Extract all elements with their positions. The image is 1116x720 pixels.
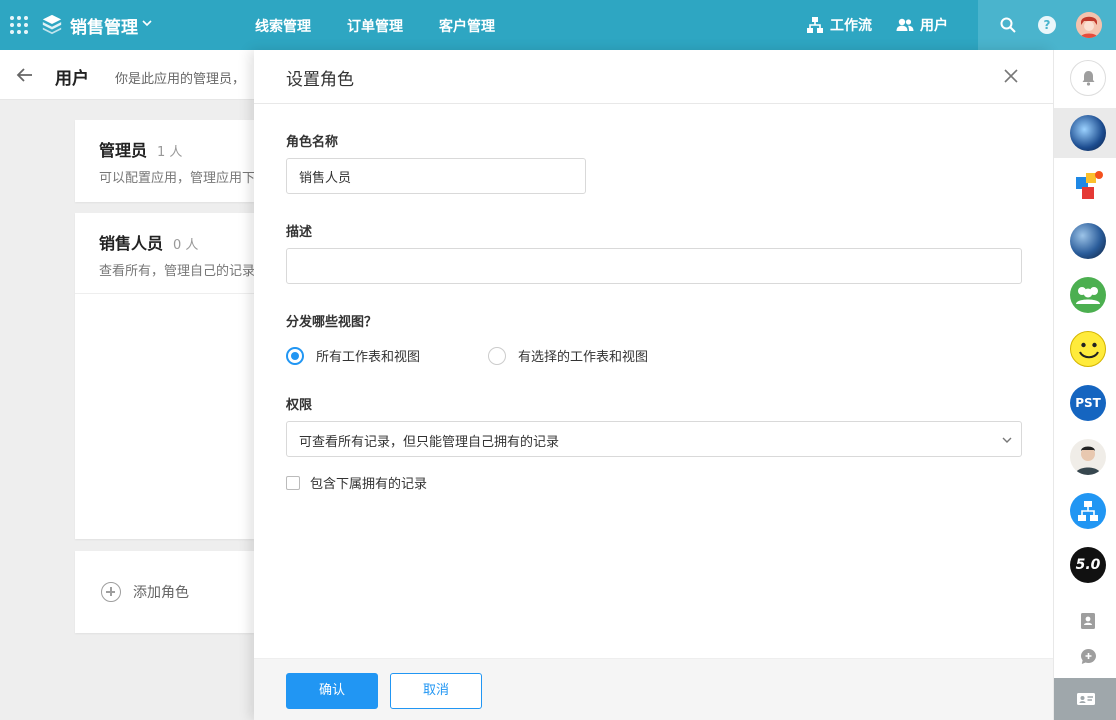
rail-app-city-icon[interactable] bbox=[1070, 115, 1106, 151]
notification-button[interactable] bbox=[1070, 60, 1106, 96]
set-role-drawer: 设置角色 角色名称 描述 分发哪些视图？ 所有工作表和视图 有选择的工作表和视图… bbox=[254, 50, 1053, 720]
rail-app-smiley-icon[interactable] bbox=[1070, 331, 1106, 367]
workflow-link[interactable]: 工作流 bbox=[806, 15, 872, 35]
radio-button-checked[interactable] bbox=[286, 346, 304, 365]
back-arrow-icon[interactable] bbox=[16, 66, 34, 84]
description-label: 描述 bbox=[286, 225, 313, 240]
rail-app-globe-icon[interactable] bbox=[1070, 223, 1106, 259]
role-name-text: 管理员 bbox=[99, 141, 148, 160]
permission-label: 权限 bbox=[286, 398, 313, 413]
top-bar: 销售管理 线索管理 订单管理 客户管理 工作流 用户 ? bbox=[0, 0, 1116, 50]
role-name-input[interactable] bbox=[286, 158, 586, 194]
app-logo-icon bbox=[42, 14, 62, 35]
nav-leads[interactable]: 线索管理 bbox=[255, 16, 311, 36]
radio-all-views[interactable]: 所有工作表和视图 bbox=[286, 346, 420, 365]
include-subordinates-option[interactable]: 包含下属拥有的记录 bbox=[286, 473, 427, 492]
radio-label: 有选择的工作表和视图 bbox=[518, 350, 649, 365]
page-title: 用户 bbox=[55, 69, 89, 89]
nav-orders[interactable]: 订单管理 bbox=[347, 16, 403, 36]
user-avatar[interactable] bbox=[1076, 12, 1102, 38]
role-description: 查看所有，管理自己的记录 bbox=[99, 264, 254, 279]
role-card-admin[interactable]: 管理员 1 人 可以配置应用，管理应用下 bbox=[75, 120, 254, 202]
rail-app-group-icon[interactable] bbox=[1070, 277, 1106, 313]
include-subordinates-label: 包含下属拥有的记录 bbox=[310, 477, 428, 492]
divider bbox=[75, 293, 254, 294]
role-name-text: 销售人员 bbox=[99, 234, 164, 253]
role-card-sales[interactable]: 销售人员 0 人 查看所有，管理自己的记录 bbox=[75, 213, 254, 539]
add-role-label: 添加角色 bbox=[133, 585, 189, 601]
contacts-icon[interactable] bbox=[1080, 612, 1096, 630]
chevron-down-icon[interactable] bbox=[141, 17, 153, 29]
permission-value: 可查看所有记录，但只能管理自己拥有的记录 bbox=[299, 435, 560, 450]
users-label: 用户 bbox=[920, 18, 948, 34]
views-label: 分发哪些视图？ bbox=[286, 315, 378, 330]
permission-select[interactable]: 可查看所有记录，但只能管理自己拥有的记录 bbox=[286, 421, 1022, 457]
role-name-label: 角色名称 bbox=[286, 135, 339, 150]
rail-app-version-icon[interactable]: 5.0 bbox=[1070, 547, 1106, 583]
radio-label: 所有工作表和视图 bbox=[316, 350, 421, 365]
drawer-title: 设置角色 bbox=[286, 70, 354, 90]
search-icon[interactable] bbox=[999, 16, 1017, 34]
workflow-label: 工作流 bbox=[830, 18, 872, 34]
rail-app-workflow-icon[interactable] bbox=[1070, 493, 1106, 529]
rail-app-avatar-icon[interactable] bbox=[1070, 439, 1106, 475]
include-subordinates-checkbox[interactable] bbox=[286, 475, 300, 490]
add-role-card[interactable]: 添加角色 bbox=[75, 551, 254, 633]
right-rail: PST 5.0 bbox=[1053, 50, 1116, 720]
role-name: 管理员 1 人 bbox=[99, 137, 182, 161]
plus-circle-icon bbox=[101, 582, 121, 602]
id-card-icon bbox=[1077, 693, 1095, 705]
chevron-down-icon bbox=[1002, 437, 1012, 443]
workflow-icon bbox=[807, 17, 823, 33]
rail-app-pst-icon[interactable]: PST bbox=[1070, 385, 1106, 421]
users-link[interactable]: 用户 bbox=[896, 15, 948, 35]
users-icon bbox=[896, 18, 914, 31]
apps-grid-icon[interactable] bbox=[10, 16, 28, 34]
radio-selected-views[interactable]: 有选择的工作表和视图 bbox=[488, 346, 648, 365]
drawer-footer: 确认 取消 bbox=[254, 658, 1053, 720]
close-icon[interactable] bbox=[1004, 69, 1018, 83]
role-name: 销售人员 0 人 bbox=[99, 230, 198, 254]
cancel-button[interactable]: 取消 bbox=[390, 673, 482, 709]
description-input[interactable] bbox=[286, 248, 1022, 284]
help-icon[interactable]: ? bbox=[1038, 16, 1056, 34]
confirm-button[interactable]: 确认 bbox=[286, 673, 378, 709]
role-description: 可以配置应用，管理应用下 bbox=[99, 171, 254, 186]
role-count: 1 人 bbox=[157, 145, 183, 160]
page-header: 用户 你是此应用的管理员， bbox=[0, 50, 254, 100]
bell-icon bbox=[1082, 71, 1095, 86]
rail-app-blocks-icon[interactable] bbox=[1070, 169, 1106, 205]
chat-add-icon[interactable] bbox=[1080, 648, 1097, 665]
app-title[interactable]: 销售管理 bbox=[70, 13, 138, 38]
nav-customers[interactable]: 客户管理 bbox=[439, 16, 495, 36]
drawer-header: 设置角色 bbox=[254, 50, 1053, 104]
role-count: 0 人 bbox=[173, 238, 199, 253]
rail-bottom-button[interactable] bbox=[1054, 678, 1116, 720]
page-description: 你是此应用的管理员， bbox=[115, 72, 246, 87]
radio-button[interactable] bbox=[488, 346, 506, 365]
